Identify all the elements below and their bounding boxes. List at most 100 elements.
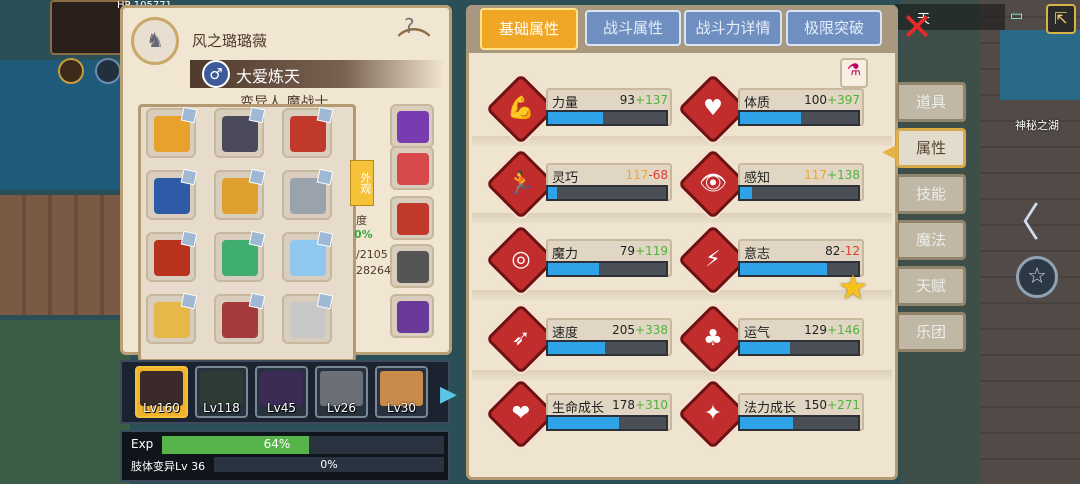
equipment-slot[interactable] [214, 168, 266, 220]
mutation-percent: 0% [320, 458, 338, 471]
branch-arrow-icon[interactable]: 〈 [1000, 190, 1044, 250]
stat-bar [546, 110, 668, 126]
stat-value: 100+397 [784, 93, 860, 107]
equipment-tag-icon [316, 230, 334, 248]
hero-portrait[interactable]: Lv118 [195, 366, 248, 418]
side-text-2: 0% [354, 228, 373, 241]
side-tab-6[interactable]: 乐团 [896, 312, 966, 352]
stat-name: 魔力 [552, 247, 579, 262]
fire-badge-icon[interactable] [58, 58, 84, 84]
row-divider [472, 213, 892, 223]
hero-portrait[interactable]: Lv160 [135, 366, 188, 418]
mutation-label: 肢体变异Lv 36 [131, 460, 206, 473]
side-tab-1[interactable]: 道具 [896, 82, 966, 122]
stat-value: 150+271 [784, 398, 860, 412]
stat-value: 93+137 [592, 93, 668, 107]
equipment-tag-icon [180, 230, 198, 248]
stat-base: 117 [804, 168, 828, 182]
equipment-slot[interactable] [282, 168, 334, 220]
exit-button[interactable]: ⇱ [1046, 4, 1076, 34]
stat-glyph: ◎ [511, 247, 531, 272]
tab-1[interactable]: 基础属性 [480, 8, 578, 50]
equipment-slot[interactable] [146, 230, 198, 282]
stat-value: 129+146 [784, 323, 860, 337]
equipment-tag-icon [180, 292, 198, 310]
hanger-icon[interactable]: ? ⌒ [388, 14, 440, 66]
stat-name: 体质 [744, 96, 771, 111]
next-hero-arrow-icon[interactable]: ▶ [440, 382, 457, 407]
male-gender-icon: ♂ [202, 60, 230, 88]
accessory-slot[interactable] [390, 294, 434, 338]
stat-bar-fill [548, 342, 605, 354]
stat-base: 82 [825, 244, 841, 258]
side-tab-2[interactable]: 属性 [896, 128, 966, 168]
player-title: 大爱炼天 [236, 67, 301, 86]
stat-bonus: -68 [648, 168, 668, 182]
row-divider [472, 290, 892, 300]
hero-level: Lv160 [143, 401, 180, 415]
equipment-slot[interactable] [146, 106, 198, 158]
equipment-slot[interactable] [282, 106, 334, 158]
equipment-slot[interactable] [214, 292, 266, 344]
equipment-slot[interactable] [282, 230, 334, 282]
accessory-slot[interactable] [390, 104, 434, 148]
side-tab-4[interactable]: 魔法 [896, 220, 966, 260]
stat-glyph: ♣ [703, 326, 723, 351]
star-icon[interactable]: ★ [836, 268, 870, 312]
stat-base: 178 [612, 398, 636, 412]
potion-icon[interactable]: ⚗ [840, 58, 868, 88]
stat-bonus: +138 [827, 168, 860, 182]
accessory-slot[interactable] [390, 244, 434, 288]
gem-icon [397, 111, 429, 143]
stat-value: 79+119 [592, 244, 668, 258]
hero-portrait[interactable]: Lv30 [375, 366, 428, 418]
equipment-slot[interactable] [146, 168, 198, 220]
side-tab-3[interactable]: 技能 [896, 174, 966, 214]
equipment-tag-icon [180, 168, 198, 186]
equipment-slot[interactable] [214, 106, 266, 158]
equipment-slot[interactable] [282, 292, 334, 344]
tab-4[interactable]: 极限突破 [786, 10, 882, 46]
exp-label: Exp [131, 437, 154, 451]
player-class: 变异人 魔战士 [240, 95, 329, 104]
player-name: 风之璐璐薇 [192, 32, 268, 50]
stat-bonus: +310 [635, 398, 668, 412]
hero-portrait[interactable]: Lv26 [315, 366, 368, 418]
stat-bonus: +271 [827, 398, 860, 412]
chest-icon [397, 203, 429, 235]
accessory-slot[interactable] [390, 196, 434, 240]
gear-badge-icon[interactable] [95, 58, 121, 84]
stat-glyph: ❤ [511, 401, 531, 426]
equipment-tag-icon [248, 230, 266, 248]
side-text-4: 28264 [356, 264, 391, 277]
class-emblem-icon: ♞ [131, 17, 179, 65]
accessory-slot[interactable] [390, 146, 434, 190]
stat-bar [546, 340, 668, 356]
stat-value: 117-68 [592, 168, 668, 182]
side-tab-5[interactable]: 天赋 [896, 266, 966, 306]
gear-icon [397, 251, 429, 283]
stat-name: 运气 [744, 326, 771, 341]
side-text-1: 度 [356, 214, 367, 227]
stat-bar [546, 415, 668, 431]
stat-value: 117+138 [784, 168, 860, 182]
star-circle-button[interactable]: ☆ [1016, 256, 1058, 298]
stat-bar-fill [548, 263, 599, 275]
stat-bonus: +146 [827, 323, 860, 337]
monitor-icon[interactable]: ▭ [1010, 8, 1036, 28]
side-text-3: /2105 [356, 248, 388, 261]
equipment-slot[interactable] [146, 292, 198, 344]
tab-2[interactable]: 战斗属性 [585, 10, 681, 46]
appearance-tab[interactable]: 外观 [350, 160, 374, 206]
grass-tile [0, 320, 130, 484]
wooden-bridge [0, 195, 130, 315]
equipment-slot[interactable] [214, 230, 266, 282]
tab-3[interactable]: 战斗力详情 [684, 10, 782, 46]
stat-bar-fill [548, 112, 604, 124]
close-icon[interactable]: ✕ [900, 8, 934, 46]
stat-bar [546, 185, 668, 201]
stat-glyph: ➶ [511, 326, 531, 351]
stat-bar-fill [548, 417, 619, 429]
active-tab-arrow-icon: ◀ [882, 141, 896, 162]
hero-portrait[interactable]: Lv45 [255, 366, 308, 418]
